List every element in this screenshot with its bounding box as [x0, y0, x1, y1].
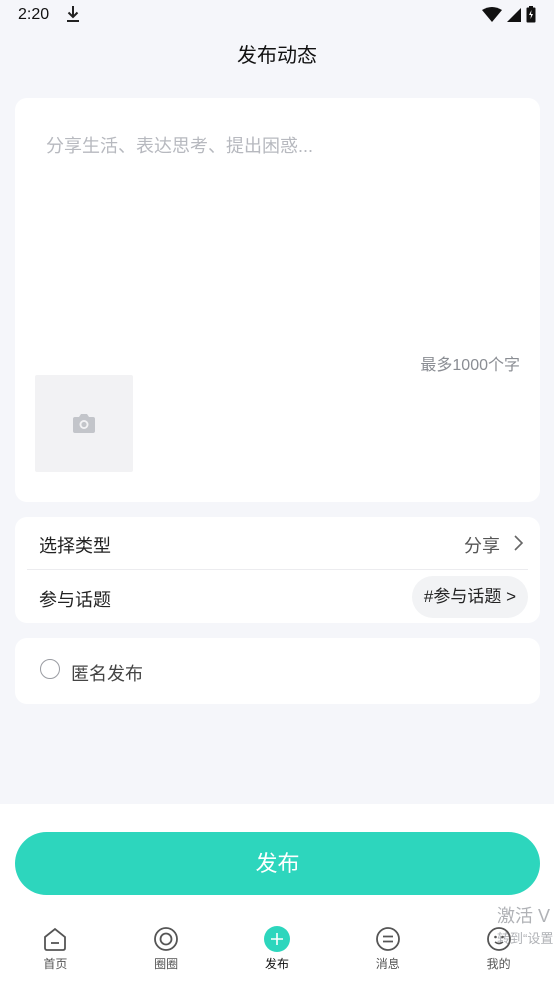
options-card: 选择类型 分享 参与话题 #参与话题 > — [15, 517, 540, 623]
tab-profile[interactable]: 我的 — [459, 926, 539, 984]
publish-button[interactable]: 发布 — [15, 832, 540, 895]
content-textarea[interactable]: 分享生活、表达思考、提出困惑... — [46, 132, 313, 158]
topic-chip[interactable]: #参与话题 > — [411, 576, 528, 618]
status-time: 2:20 — [18, 6, 50, 23]
profile-icon — [486, 927, 511, 951]
tab-home-label: 首页 — [43, 957, 68, 971]
select-type-row[interactable]: 选择类型 分享 — [27, 517, 528, 570]
topic-label: 参与话题 — [39, 590, 111, 610]
activation-watermark: 激活 V — [497, 906, 551, 926]
tab-publish[interactable]: 发布 — [237, 926, 317, 984]
chevron-right-icon — [514, 535, 524, 551]
plus-icon — [263, 926, 290, 952]
camera-icon — [73, 414, 95, 433]
tab-profile-label: 我的 — [486, 957, 511, 971]
select-type-value: 分享 — [464, 536, 500, 556]
char-limit-hint: 最多1000个字 — [420, 357, 520, 374]
compose-card: 分享生活、表达思考、提出困惑... 最多1000个字 — [15, 98, 540, 502]
select-type-label: 选择类型 — [39, 536, 111, 556]
anonymous-radio[interactable] — [40, 659, 60, 679]
home-icon — [44, 927, 67, 951]
tab-circle[interactable]: 圈圈 — [126, 926, 206, 984]
message-icon — [375, 927, 400, 951]
wifi-icon — [482, 6, 502, 22]
anonymous-label: 匿名发布 — [71, 664, 143, 684]
tab-home[interactable]: 首页 — [15, 926, 95, 984]
status-icons — [482, 6, 536, 23]
add-photo-button[interactable] — [35, 375, 133, 472]
signal-icon — [507, 7, 521, 22]
page-title: 发布动态 — [0, 30, 554, 86]
tab-publish-label: 发布 — [264, 957, 289, 971]
bottom-area: 发布 激活 V 转到“设置 首页 圈圈 发布 消息 我的 — [0, 804, 554, 984]
circle-icon — [154, 927, 179, 951]
status-bar: 2:20 — [0, 0, 554, 30]
tab-messages[interactable]: 消息 — [348, 926, 428, 984]
tab-bar: 首页 圈圈 发布 消息 我的 — [0, 926, 554, 984]
topic-row[interactable]: 参与话题 #参与话题 > — [27, 571, 528, 623]
battery-icon — [526, 6, 536, 23]
tab-circle-label: 圈圈 — [154, 957, 179, 971]
tab-messages-label: 消息 — [375, 957, 400, 971]
anonymous-card: 匿名发布 — [15, 638, 540, 704]
download-icon — [66, 4, 80, 24]
